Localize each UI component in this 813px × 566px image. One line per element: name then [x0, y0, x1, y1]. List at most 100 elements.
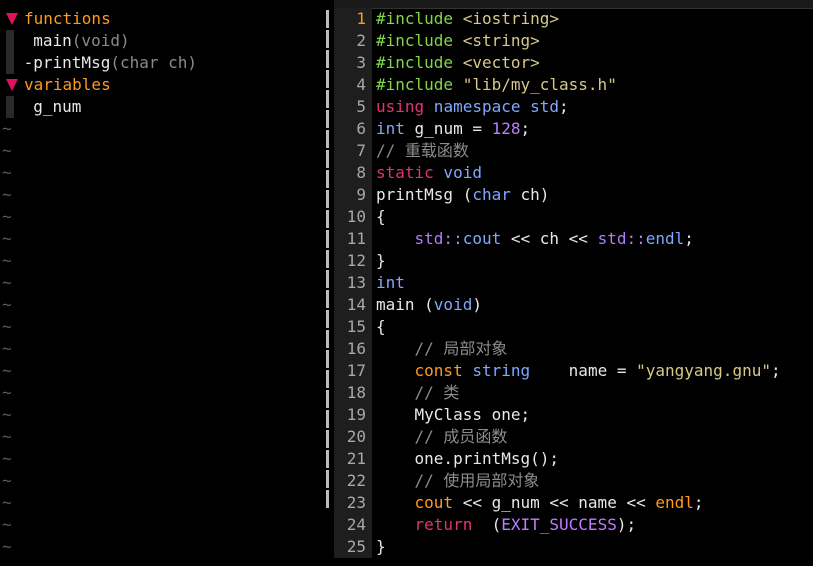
- code-line[interactable]: 13 int: [334, 272, 813, 294]
- code-text[interactable]: using namespace std;: [372, 96, 569, 118]
- code-text[interactable]: printMsg (char ch): [372, 184, 549, 206]
- line-number: 25: [334, 536, 370, 558]
- code-line[interactable]: 14 main (void): [334, 294, 813, 316]
- code-line[interactable]: 17 const string name = "yangyang.gnu";: [334, 360, 813, 382]
- tag-group-functions[interactable]: functions: [0, 8, 326, 30]
- separator-segment: [326, 450, 329, 468]
- code-line[interactable]: 5 using namespace std;: [334, 96, 813, 118]
- code-text[interactable]: }: [372, 536, 386, 558]
- tag-item-prefix: [14, 31, 33, 50]
- separator-segment: [326, 90, 329, 108]
- code-line[interactable]: 15 {: [334, 316, 813, 338]
- tag-item-name: main: [33, 31, 72, 50]
- separator-segment: [326, 430, 329, 448]
- code-token: name =: [530, 361, 637, 380]
- code-line[interactable]: 7 // 重载函数: [334, 140, 813, 162]
- line-number: 1: [334, 8, 370, 30]
- code-token: g_num =: [404, 119, 492, 138]
- separator-segment: [326, 150, 329, 168]
- code-line[interactable]: 18 // 类: [334, 382, 813, 404]
- code-text[interactable]: return (EXIT_SUCCESS);: [372, 514, 637, 536]
- code-token: main (: [376, 295, 434, 314]
- tag-item-name: g_num: [33, 97, 82, 116]
- line-number: 13: [334, 272, 370, 294]
- code-text[interactable]: cout << g_num << name << endl;: [372, 492, 704, 514]
- tagbar-panel[interactable]: functions main(void) -printMsg(char ch) v…: [0, 8, 326, 558]
- code-text[interactable]: int: [372, 272, 405, 294]
- code-line[interactable]: 1 #include <iostring>: [334, 8, 813, 30]
- fold-open-triangle-icon[interactable]: [6, 79, 18, 91]
- empty-line-tilde: ~: [2, 119, 12, 138]
- code-editor[interactable]: 1 #include <iostring> 2 #include <string> 3 #…: [334, 8, 813, 558]
- code-text[interactable]: // 使用局部对象: [372, 470, 540, 492]
- code-text[interactable]: // 类: [372, 382, 460, 404]
- code-token: 128: [491, 119, 521, 138]
- code-text[interactable]: // 局部对象: [372, 338, 508, 360]
- empty-line-tilde: ~: [2, 273, 12, 292]
- empty-line-tilde: ~: [2, 515, 12, 534]
- code-line[interactable]: 25}: [334, 536, 813, 558]
- code-token: ;: [770, 361, 781, 380]
- separator-segment: [326, 310, 329, 328]
- code-text[interactable]: #include <string>: [372, 30, 540, 52]
- code-text[interactable]: }: [372, 250, 386, 272]
- code-token: // 局部对象: [414, 339, 508, 358]
- code-line[interactable]: 12}: [334, 250, 813, 272]
- separator-segment: [326, 130, 329, 148]
- line-number: 18: [334, 382, 370, 404]
- code-text[interactable]: {: [372, 316, 386, 338]
- code-line[interactable]: 24 return (EXIT_SUCCESS);: [334, 514, 813, 536]
- code-token: const: [414, 361, 463, 380]
- code-line[interactable]: 23 cout << g_num << name << endl;: [334, 492, 813, 514]
- code-line[interactable]: 21 one.printMsg();: [334, 448, 813, 470]
- code-text[interactable]: #include <vector>: [372, 52, 540, 74]
- code-token: return: [414, 515, 473, 534]
- code-token: <vector>: [453, 53, 540, 72]
- code-text[interactable]: static void: [372, 162, 482, 184]
- line-number: 14: [334, 294, 370, 316]
- line-number: 6: [334, 118, 370, 140]
- empty-line-tilde: ~: [2, 449, 12, 468]
- separator-segment: [326, 170, 329, 188]
- code-line[interactable]: 4 #include "lib/my_class.h": [334, 74, 813, 96]
- code-text[interactable]: MyClass one;: [372, 404, 531, 426]
- code-line[interactable]: 19 MyClass one;: [334, 404, 813, 426]
- code-text[interactable]: std::cout << ch << std::endl;: [372, 228, 694, 250]
- line-number: 22: [334, 470, 370, 492]
- line-number: 21: [334, 448, 370, 470]
- code-text[interactable]: #include <iostring>: [372, 8, 559, 30]
- code-text[interactable]: // 成员函数: [372, 426, 508, 448]
- code-line[interactable]: 11 std::cout << ch << std::endl;: [334, 228, 813, 250]
- code-text[interactable]: one.printMsg();: [372, 448, 560, 470]
- code-line[interactable]: 9 printMsg (char ch): [334, 184, 813, 206]
- code-token: char: [472, 185, 511, 204]
- tag-item-main[interactable]: main(void): [0, 30, 326, 52]
- tag-group-variables[interactable]: variables: [0, 74, 326, 96]
- code-line[interactable]: 16 // 局部对象: [334, 338, 813, 360]
- code-line[interactable]: 8 static void: [334, 162, 813, 184]
- code-token: EXIT_SUCCESS: [501, 515, 617, 534]
- empty-line-tilde: ~: [2, 361, 12, 380]
- code-line[interactable]: 22 // 使用局部对象: [334, 470, 813, 492]
- code-text[interactable]: const string name = "yangyang.gnu";: [372, 360, 781, 382]
- code-line[interactable]: 10 {: [334, 206, 813, 228]
- code-line[interactable]: 2 #include <string>: [334, 30, 813, 52]
- code-line[interactable]: 3 #include <vector>: [334, 52, 813, 74]
- tag-item-g_num[interactable]: g_num: [0, 96, 326, 118]
- code-line[interactable]: 6 int g_num = 128;: [334, 118, 813, 140]
- line-number: 16: [334, 338, 370, 360]
- code-text[interactable]: #include "lib/my_class.h": [372, 74, 617, 96]
- code-text[interactable]: int g_num = 128;: [372, 118, 530, 140]
- code-text[interactable]: main (void): [372, 294, 482, 316]
- tag-item-printMsg[interactable]: -printMsg(char ch): [0, 52, 326, 74]
- window-separator[interactable]: [326, 8, 330, 510]
- separator-segment: [326, 110, 329, 128]
- code-token: (: [472, 515, 502, 534]
- fold-open-triangle-icon[interactable]: [6, 13, 18, 25]
- code-line[interactable]: 20 // 成员函数: [334, 426, 813, 448]
- line-number: 20: [334, 426, 370, 448]
- code-text[interactable]: // 重载函数: [372, 140, 469, 162]
- code-text[interactable]: {: [372, 206, 386, 228]
